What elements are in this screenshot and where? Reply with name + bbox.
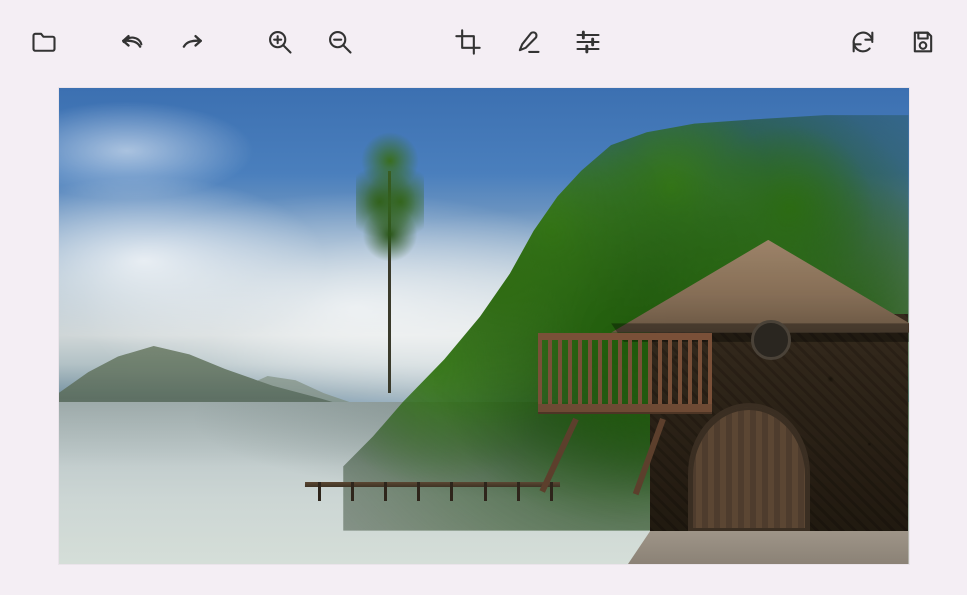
sliders-icon — [574, 28, 602, 56]
brush-button[interactable] — [504, 18, 552, 66]
redo-icon — [178, 28, 206, 56]
redo-button[interactable] — [168, 18, 216, 66]
zoom-in-icon — [266, 28, 294, 56]
undo-button[interactable] — [108, 18, 156, 66]
image-editor-app — [0, 0, 967, 574]
scene-tall-tree — [348, 98, 433, 393]
refresh-icon — [849, 28, 877, 56]
image-canvas[interactable] — [59, 88, 909, 564]
scene-boathouse — [628, 221, 909, 530]
crop-button[interactable] — [444, 18, 492, 66]
zoom-in-button[interactable] — [256, 18, 304, 66]
crop-icon — [454, 28, 482, 56]
save-button[interactable] — [899, 18, 947, 66]
adjust-button[interactable] — [564, 18, 612, 66]
canvas-area — [10, 74, 957, 564]
scene-jetty — [305, 469, 560, 507]
brush-icon — [514, 28, 542, 56]
undo-icon — [118, 28, 146, 56]
zoom-out-button[interactable] — [316, 18, 364, 66]
toolbar — [10, 10, 957, 74]
save-icon — [909, 28, 937, 56]
open-button[interactable] — [20, 18, 68, 66]
reset-button[interactable] — [839, 18, 887, 66]
zoom-out-icon — [326, 28, 354, 56]
folder-open-icon — [30, 28, 58, 56]
